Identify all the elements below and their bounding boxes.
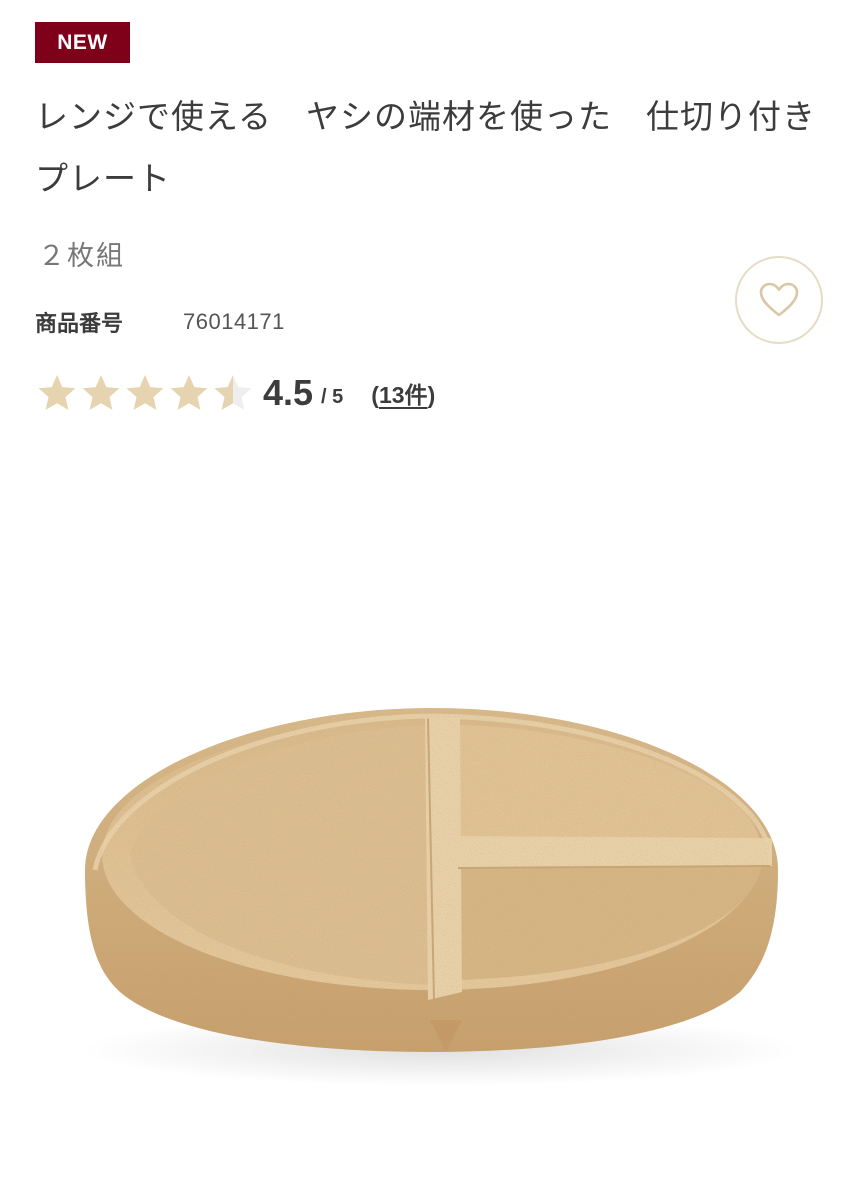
review-count-link[interactable]: (13件) — [371, 376, 435, 410]
half-star-icon — [214, 375, 252, 410]
rating-value: 4.5 — [263, 372, 314, 413]
star-icon — [170, 375, 208, 410]
product-image — [80, 708, 800, 1086]
product-title: レンジで使える ヤシの端材を使った 仕切り付きプレート — [35, 97, 817, 198]
product-number: 商品番号 76014171 — [35, 306, 285, 338]
review-count: 13件 — [378, 382, 428, 408]
favorite-button[interactable] — [735, 256, 823, 344]
product-subtitle: ２枚組 — [38, 241, 125, 272]
review-paren-open: ( — [371, 382, 379, 408]
star-icon — [82, 375, 120, 410]
product-number-label: 商品番号 — [35, 312, 124, 337]
star-icon — [126, 375, 164, 410]
product-number-value: 76014171 — [183, 309, 285, 334]
star-icon — [38, 375, 76, 410]
rating-max: / 5 — [321, 385, 344, 408]
rating-summary: 4.5 / 5 (13件) — [37, 366, 435, 420]
heart-icon — [759, 282, 799, 317]
new-badge: NEW — [35, 22, 130, 63]
review-paren-close: ) — [427, 382, 436, 408]
star-rating — [37, 373, 257, 413]
